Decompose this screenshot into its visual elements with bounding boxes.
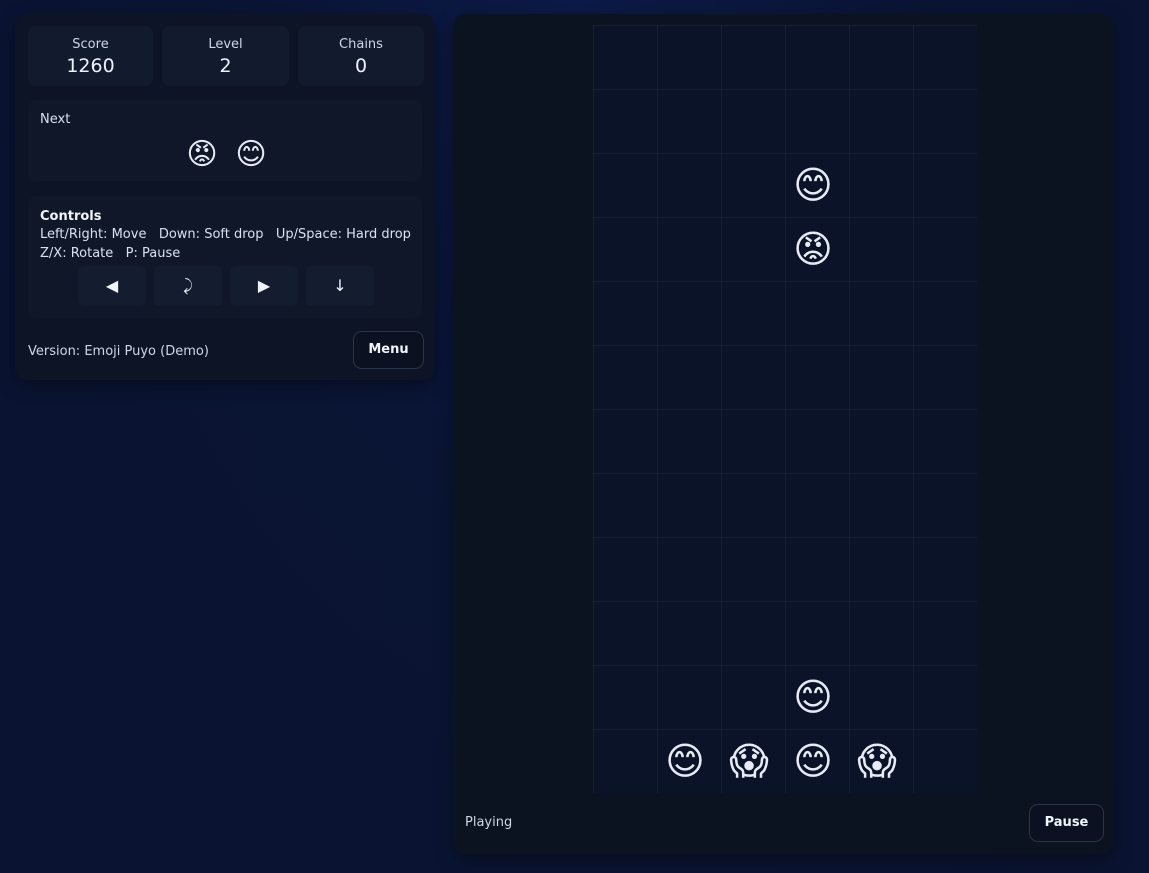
level-label: Level: [208, 37, 243, 52]
puyo-smiling-face: 😊: [665, 739, 705, 783]
move-right-button[interactable]: ▶: [230, 266, 298, 306]
puyo-smiling-face: 😊: [793, 675, 833, 719]
game-panel: 😊 😡 😊 😊 😱 😊 😱 Playing Pause: [453, 14, 1114, 854]
score-card: Score 1260: [28, 26, 153, 86]
left-arrow-icon: ◀: [105, 276, 119, 295]
version-text: Version: Emoji Puyo (Demo): [28, 344, 209, 359]
score-value: 1260: [66, 55, 115, 77]
next-piece-smiling-face: 😊: [235, 137, 267, 172]
right-arrow-icon: ▶: [257, 276, 271, 295]
soft-drop-button[interactable]: ↓: [306, 266, 374, 306]
game-board: 😊 😡 😊 😊 😱 😊 😱: [593, 25, 977, 793]
rotate-icon: ⤸: [183, 276, 193, 295]
rotate-button[interactable]: ⤸: [154, 266, 222, 306]
score-label: Score: [72, 37, 109, 52]
controls-help-line-2: Z/X: Rotate P: Pause: [40, 246, 181, 261]
falling-piece-smiling-face: 😊: [793, 163, 833, 207]
level-value: 2: [219, 55, 232, 77]
move-left-button[interactable]: ◀: [78, 266, 146, 306]
next-piece-angry-face: 😡: [186, 137, 218, 172]
controls-panel: Controls Left/Right: Move Down: Soft dro…: [28, 196, 422, 318]
falling-piece-angry-face: 😡: [793, 227, 833, 271]
game-status: Playing: [465, 815, 513, 830]
puyo-smiling-face: 😊: [793, 739, 833, 783]
puyo-screaming-face: 😱: [729, 739, 769, 783]
pause-button[interactable]: Pause: [1029, 804, 1104, 842]
level-card: Level 2: [162, 26, 289, 86]
puyo-screaming-face: 😱: [857, 739, 897, 783]
controls-title: Controls: [40, 209, 102, 224]
next-preview: Next 😡 😊: [28, 100, 422, 181]
chains-label: Chains: [339, 37, 383, 52]
side-panel: Score 1260 Level 2 Chains 0 Next 😡 😊 Con…: [15, 14, 435, 380]
chains-value: 0: [354, 55, 368, 77]
chains-card: Chains 0: [298, 26, 424, 86]
menu-button[interactable]: Menu: [353, 331, 424, 369]
down-arrow-icon: ↓: [333, 276, 347, 295]
next-label: Next: [40, 112, 71, 127]
controls-help-line-1: Left/Right: Move Down: Soft drop Up/Spac…: [40, 227, 411, 242]
